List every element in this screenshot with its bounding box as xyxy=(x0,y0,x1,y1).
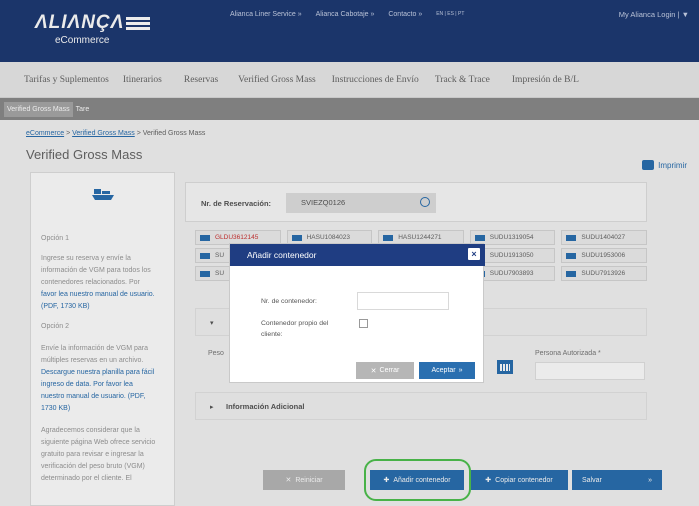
own-container-label-2: cliente: xyxy=(261,331,283,338)
own-container-label-1: Contenedor propio del xyxy=(261,320,329,327)
modal-header: Añadir contenedor × xyxy=(230,244,485,266)
container-number-label: Nr. de contenedor: xyxy=(261,298,317,305)
modal-accept-button[interactable]: Aceptar » xyxy=(419,362,475,379)
close-icon[interactable]: × xyxy=(468,248,480,260)
modal-cancel-button[interactable]: ✕ Cerrar xyxy=(356,362,414,379)
container-number-input[interactable] xyxy=(357,292,449,310)
modal-title: Añadir contenedor xyxy=(247,250,317,260)
own-container-checkbox[interactable] xyxy=(359,319,368,328)
double-chevron-right-icon: » xyxy=(458,367,463,374)
add-container-modal: Añadir contenedor × Nr. de contenedor: C… xyxy=(229,243,485,383)
close-icon: ✕ xyxy=(370,367,377,375)
